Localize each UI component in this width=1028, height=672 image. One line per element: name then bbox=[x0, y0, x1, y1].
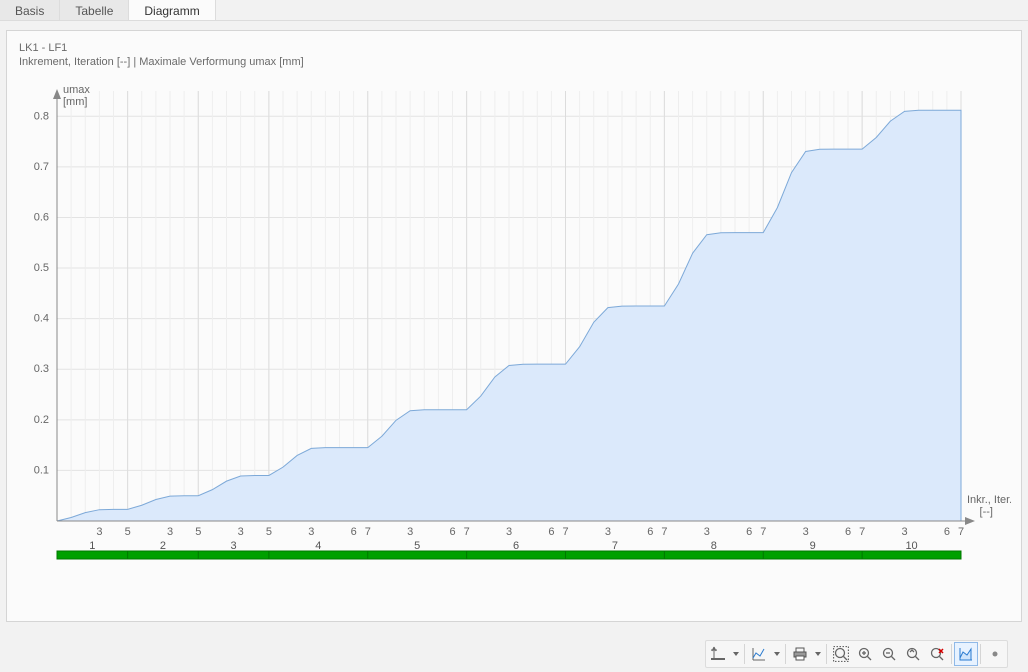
tabbar: Basis Tabelle Diagramm bbox=[0, 0, 1028, 21]
chart-type-button[interactable] bbox=[954, 642, 978, 666]
separator bbox=[980, 644, 981, 664]
svg-text:7: 7 bbox=[760, 526, 766, 538]
toolbar bbox=[705, 640, 1008, 668]
svg-text:3: 3 bbox=[96, 526, 102, 538]
zoom-reset-button[interactable] bbox=[901, 642, 925, 666]
increment-bar bbox=[57, 551, 961, 559]
svg-text:Inkr., Iter.: Inkr., Iter. bbox=[967, 494, 1011, 506]
svg-text:[mm]: [mm] bbox=[63, 96, 87, 108]
svg-text:7: 7 bbox=[859, 526, 865, 538]
separator bbox=[744, 644, 745, 664]
svg-text:5: 5 bbox=[195, 526, 201, 538]
svg-text:7: 7 bbox=[365, 526, 371, 538]
axes-format-dropdown[interactable] bbox=[771, 642, 783, 666]
increment-number: 8 bbox=[711, 540, 717, 552]
svg-text:0.7: 0.7 bbox=[34, 161, 49, 173]
chart-panel: LK1 - LF1 Inkrement, Iteration [--] | Ma… bbox=[6, 30, 1022, 622]
increment-number: 5 bbox=[414, 540, 420, 552]
svg-text:3: 3 bbox=[901, 526, 907, 538]
zoom-out-button[interactable] bbox=[877, 642, 901, 666]
tab-diagramm[interactable]: Diagramm bbox=[129, 0, 215, 20]
chart-area: 0.1 0.2 0.3 0.4 0.5 0.6 0.7 0.8 umax[mm] Inkr., I… bbox=[17, 81, 1011, 591]
separator bbox=[951, 644, 952, 664]
zoom-clear-button[interactable] bbox=[925, 642, 949, 666]
print-button[interactable] bbox=[788, 642, 812, 666]
svg-text:7: 7 bbox=[661, 526, 667, 538]
svg-text:umax: umax bbox=[63, 84, 90, 96]
separator bbox=[826, 644, 827, 664]
increment-number: 3 bbox=[231, 540, 237, 552]
increment-number: 10 bbox=[905, 540, 917, 552]
svg-text:0.2: 0.2 bbox=[34, 414, 49, 426]
svg-text:0.4: 0.4 bbox=[34, 313, 49, 325]
tab-tabelle[interactable]: Tabelle bbox=[60, 0, 129, 20]
svg-text:6: 6 bbox=[351, 526, 357, 538]
chart-svg: 0.1 0.2 0.3 0.4 0.5 0.6 0.7 0.8 umax[mm] Inkr., I… bbox=[17, 81, 1011, 591]
svg-text:0.3: 0.3 bbox=[34, 363, 49, 375]
svg-text:7: 7 bbox=[464, 526, 470, 538]
svg-text:3: 3 bbox=[308, 526, 314, 538]
zoom-all-button[interactable] bbox=[829, 642, 853, 666]
increment-number: 9 bbox=[810, 540, 816, 552]
axes-format-button[interactable] bbox=[747, 642, 771, 666]
svg-text:5: 5 bbox=[125, 526, 131, 538]
chart-subtitle: Inkrement, Iteration [--] | Maximale Ver… bbox=[19, 55, 304, 69]
svg-text:6: 6 bbox=[746, 526, 752, 538]
svg-text:[--]: [--] bbox=[980, 506, 993, 518]
increment-number: 1 bbox=[89, 540, 95, 552]
chart-title-block: LK1 - LF1 Inkrement, Iteration [--] | Ma… bbox=[19, 41, 304, 69]
svg-text:3: 3 bbox=[407, 526, 413, 538]
svg-text:0.6: 0.6 bbox=[34, 211, 49, 223]
svg-text:3: 3 bbox=[167, 526, 173, 538]
chart-title: LK1 - LF1 bbox=[19, 41, 304, 55]
svg-text:0.8: 0.8 bbox=[34, 110, 49, 122]
svg-text:6: 6 bbox=[647, 526, 653, 538]
svg-text:7: 7 bbox=[562, 526, 568, 538]
svg-text:5: 5 bbox=[266, 526, 272, 538]
svg-text:6: 6 bbox=[449, 526, 455, 538]
svg-text:6: 6 bbox=[845, 526, 851, 538]
svg-text:3: 3 bbox=[506, 526, 512, 538]
svg-text:3: 3 bbox=[238, 526, 244, 538]
svg-text:3: 3 bbox=[803, 526, 809, 538]
tab-basis[interactable]: Basis bbox=[0, 0, 60, 20]
increment-number: 6 bbox=[513, 540, 519, 552]
select-mode-button[interactable] bbox=[706, 642, 730, 666]
increment-number: 7 bbox=[612, 540, 618, 552]
increment-number: 2 bbox=[160, 540, 166, 552]
separator bbox=[785, 644, 786, 664]
svg-text:3: 3 bbox=[605, 526, 611, 538]
increment-number: 4 bbox=[315, 540, 321, 552]
svg-text:6: 6 bbox=[548, 526, 554, 538]
svg-text:0.5: 0.5 bbox=[34, 262, 49, 274]
svg-text:0.1: 0.1 bbox=[34, 464, 49, 476]
options-button[interactable] bbox=[983, 642, 1007, 666]
svg-text:7: 7 bbox=[958, 526, 964, 538]
print-dropdown[interactable] bbox=[812, 642, 824, 666]
select-mode-dropdown[interactable] bbox=[730, 642, 742, 666]
zoom-in-button[interactable] bbox=[853, 642, 877, 666]
svg-text:3: 3 bbox=[704, 526, 710, 538]
svg-text:6: 6 bbox=[944, 526, 950, 538]
